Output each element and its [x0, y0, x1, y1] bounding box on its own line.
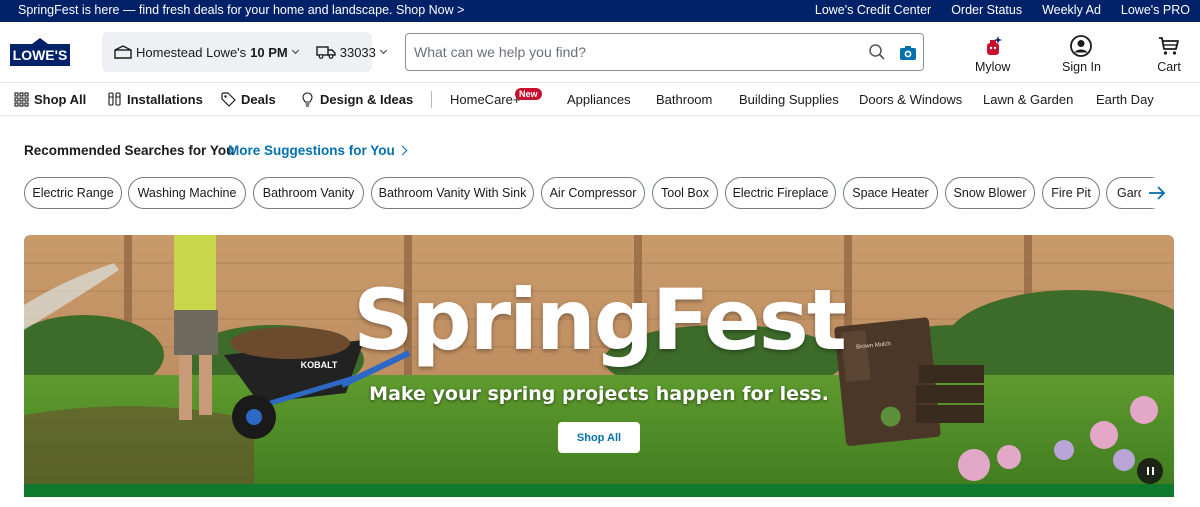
chips-next-button[interactable]	[1141, 178, 1173, 208]
tag-icon	[221, 92, 236, 107]
search-chip[interactable]: Space Heater	[843, 177, 938, 209]
more-suggestions-link[interactable]: More Suggestions for You	[228, 143, 408, 158]
nav-earth-day[interactable]: Earth Day	[1096, 92, 1154, 107]
site-header: LOWE'S Homestead Lowe's 10 PM 33033 What…	[0, 22, 1200, 82]
cart-button[interactable]: Cart	[1157, 34, 1181, 74]
nav-design-ideas-label: Design & Ideas	[320, 92, 414, 107]
chevron-right-icon	[397, 145, 408, 156]
store-name: Homestead Lowe's	[136, 44, 247, 60]
search-chip[interactable]: Snow Blower	[945, 177, 1035, 209]
credit-center-link[interactable]: Lowe's Credit Center	[815, 3, 931, 17]
account-icon	[1070, 35, 1093, 57]
nav-lawn-garden[interactable]: Lawn & Garden	[983, 92, 1073, 107]
camera-search-icon[interactable]	[899, 44, 917, 62]
order-status-link[interactable]: Order Status	[951, 3, 1022, 17]
store-locator: Homestead Lowe's 10 PM 33033	[102, 32, 387, 72]
store-hours: 10 PM	[250, 44, 288, 60]
weekly-ad-link[interactable]: Weekly Ad	[1042, 3, 1101, 17]
hero-banner[interactable]: KOBALT Brown Mulch SpringFest Make your …	[24, 235, 1174, 497]
search-chip[interactable]: Electric Range	[24, 177, 122, 209]
lightbulb-icon	[302, 92, 313, 107]
nav-installations-label: Installations	[127, 92, 203, 107]
chevron-down-icon	[379, 46, 387, 55]
hero-shop-all-button[interactable]: Shop All	[558, 422, 640, 453]
nav-building-supplies[interactable]: Building Supplies	[739, 92, 839, 107]
search-chip[interactable]: Fire Pit	[1042, 177, 1100, 209]
hero-title: SpringFest	[353, 271, 847, 369]
search-chip[interactable]: Electric Fireplace	[725, 177, 836, 209]
chevron-down-icon	[291, 46, 299, 55]
logo-text: LOWE'S	[13, 47, 68, 63]
cart-label: Cart	[1157, 60, 1181, 74]
grid-menu-icon	[14, 92, 29, 107]
mylow-label: Mylow	[975, 60, 1011, 74]
lowes-logo-mark: LOWE'S	[10, 38, 70, 66]
mylow-assistant-icon	[986, 36, 1002, 55]
search-chip[interactable]: Bathroom Vanity With Sink	[371, 177, 534, 209]
sign-in-button[interactable]: Sign In	[1062, 34, 1101, 74]
store-selector[interactable]: Homestead Lowe's 10 PM	[114, 44, 299, 60]
nav-bathroom[interactable]: Bathroom	[656, 92, 712, 107]
sign-in-label: Sign In	[1062, 60, 1101, 74]
nav-lawn-garden-label: Lawn & Garden	[983, 92, 1074, 107]
carousel-pause-button[interactable]	[1137, 458, 1163, 484]
nav-divider	[431, 91, 432, 108]
nav-deals-label: Deals	[241, 92, 276, 107]
nav-earth-day-label: Earth Day	[1096, 92, 1154, 107]
nav-homecare[interactable]: HomeCare+	[450, 92, 520, 107]
search-icon[interactable]	[868, 43, 886, 61]
tools-icon	[108, 92, 121, 106]
zip-code: 33033	[339, 44, 376, 60]
search-chip[interactable]: Washing Machine	[128, 177, 246, 209]
promo-link[interactable]: SpringFest is here — find fresh deals fo…	[18, 3, 464, 17]
hero-subtitle: Make your spring projects happen for les…	[369, 383, 829, 405]
nav-homecare-label: HomeCare+	[450, 92, 521, 107]
nav-shop-all[interactable]: Shop All	[14, 92, 86, 107]
search-bar	[405, 33, 924, 71]
pause-icon	[1151, 467, 1154, 475]
lowes-pro-link[interactable]: Lowe's PRO	[1121, 3, 1190, 17]
lowes-logo[interactable]: LOWE'S	[10, 38, 70, 66]
nav-doors-windows[interactable]: Doors & Windows	[859, 92, 962, 107]
nav-building-supplies-label: Building Supplies	[739, 92, 839, 107]
pause-icon	[1146, 467, 1149, 475]
nav-appliances-label: Appliances	[567, 92, 631, 107]
search-chip[interactable]: Bathroom Vanity	[253, 177, 364, 209]
nav-appliances[interactable]: Appliances	[567, 92, 631, 107]
search-chip[interactable]: Tool Box	[652, 177, 718, 209]
nav-shop-all-label: Shop All	[34, 92, 87, 107]
recommended-title: Recommended Searches for You	[24, 143, 235, 158]
search-chip[interactable]: Air Compressor	[541, 177, 645, 209]
search-input[interactable]	[414, 42, 844, 62]
mylow-button[interactable]: Mylow	[975, 34, 1010, 74]
promo-bar: SpringFest is here — find fresh deals fo…	[0, 0, 1200, 22]
utility-links: Lowe's Credit Center Order Status Weekly…	[795, 3, 1190, 17]
nav-design-ideas[interactable]: Design & Ideas	[300, 92, 413, 107]
nav-installations[interactable]: Installations	[107, 92, 203, 107]
nav-bathroom-label: Bathroom	[656, 92, 713, 107]
new-badge: New	[515, 88, 542, 100]
more-suggestions-label: More Suggestions for You	[228, 143, 395, 158]
main-nav: Shop All Installations Deals Design & Id…	[0, 82, 1200, 116]
hero-bottom-strip	[24, 484, 1174, 497]
store-icon	[114, 45, 132, 59]
truck-icon	[316, 46, 336, 59]
cart-icon	[1159, 37, 1179, 55]
delivery-zip-selector[interactable]: 33033	[316, 44, 387, 60]
nav-doors-windows-label: Doors & Windows	[859, 92, 963, 107]
nav-deals[interactable]: Deals	[221, 92, 276, 107]
arrow-right-icon	[1149, 186, 1166, 200]
